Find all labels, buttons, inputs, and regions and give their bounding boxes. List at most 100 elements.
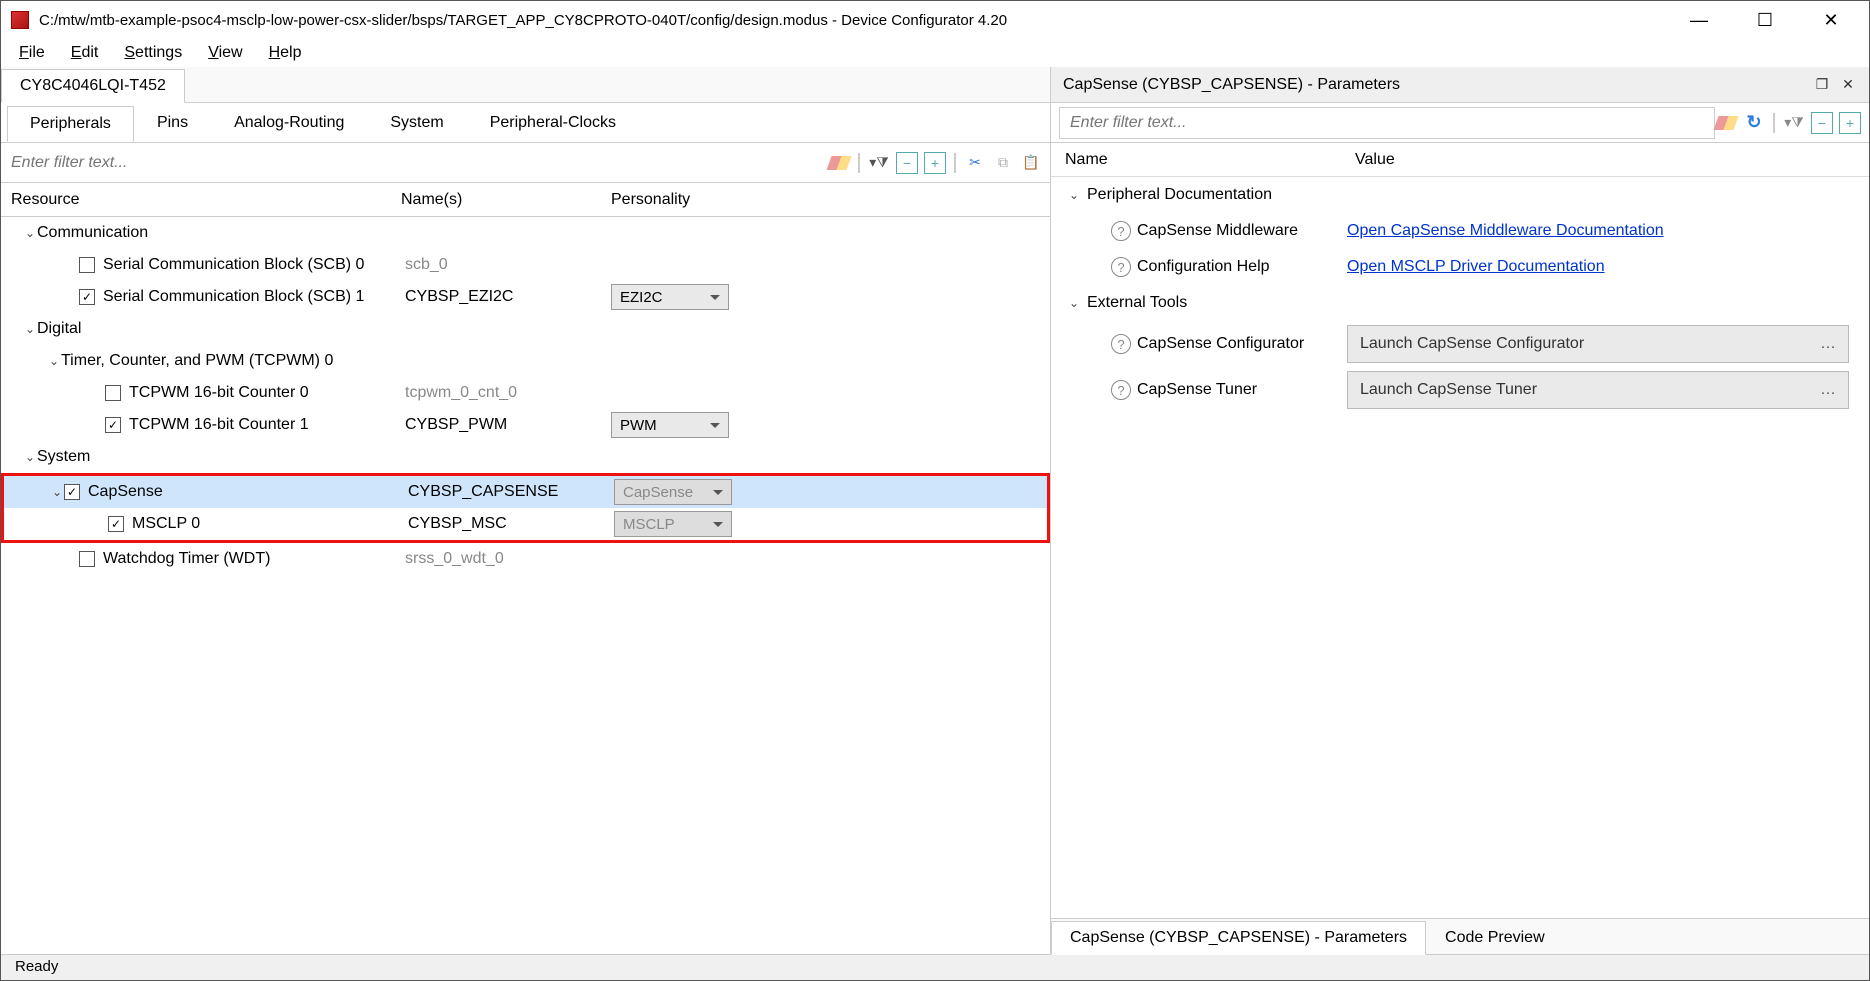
highlight-box: ⌄CapSenseCYBSP_CAPSENSECapSense MSCLP 0C… <box>1 473 1050 543</box>
help-icon[interactable]: ? <box>1111 257 1131 277</box>
item-tcpwm[interactable]: Timer, Counter, and PWM (TCPWM) 0 <box>61 352 333 370</box>
help-icon[interactable]: ? <box>1111 380 1131 400</box>
group-system[interactable]: System <box>37 448 90 466</box>
item-msclp[interactable]: MSCLP 0 <box>132 515 200 533</box>
item-scb1[interactable]: Serial Communication Block (SCB) 1 <box>103 288 364 306</box>
checkbox-scb1[interactable] <box>79 289 95 305</box>
close-panel-icon[interactable]: ✕ <box>1839 76 1857 93</box>
separator <box>1773 113 1775 133</box>
item-scb0[interactable]: Serial Communication Block (SCB) 0 <box>103 256 364 274</box>
item-cnt1[interactable]: TCPWM 16-bit Counter 1 <box>129 416 309 434</box>
tree-header: Resource Name(s) Personality <box>1 183 1050 217</box>
name-wdt: srss_0_wdt_0 <box>401 550 611 568</box>
resource-tree: ⌄Communication Serial Communication Bloc… <box>1 217 1050 954</box>
tab-peripherals[interactable]: Peripherals <box>7 106 134 142</box>
item-cnt0[interactable]: TCPWM 16-bit Counter 0 <box>129 384 309 402</box>
collapse-all-icon[interactable]: − <box>896 152 918 174</box>
expand-all-icon[interactable]: + <box>924 152 946 174</box>
category-tab-bar: Peripherals Pins Analog-Routing System P… <box>1 103 1050 143</box>
filter-icon[interactable]: ▾⧩ <box>868 152 890 174</box>
tab-code-preview[interactable]: Code Preview <box>1426 921 1564 954</box>
menu-file[interactable]: File <box>19 44 45 62</box>
col-resource: Resource <box>1 191 401 209</box>
checkbox-capsense[interactable] <box>64 484 80 500</box>
checkbox-wdt[interactable] <box>79 551 95 567</box>
name-capsense[interactable]: CYBSP_CAPSENSE <box>404 483 614 501</box>
tab-parameters[interactable]: CapSense (CYBSP_CAPSENSE) - Parameters <box>1051 921 1426 955</box>
clear-param-filter-icon[interactable] <box>1715 112 1737 134</box>
link-middleware-doc[interactable]: Open CapSense Middleware Documentation <box>1347 222 1664 239</box>
chevron-down-icon[interactable]: ⌄ <box>1067 296 1081 310</box>
checkbox-cnt1[interactable] <box>105 417 121 433</box>
checkbox-cnt0[interactable] <box>105 385 121 401</box>
group-documentation[interactable]: Peripheral Documentation <box>1087 186 1272 204</box>
group-external-tools[interactable]: External Tools <box>1087 294 1187 312</box>
param-col-name: Name <box>1065 151 1355 169</box>
parameters-panel-title: CapSense (CYBSP_CAPSENSE) - Parameters ❐… <box>1051 67 1869 103</box>
maximize-button[interactable]: ☐ <box>1745 10 1785 31</box>
launch-capsense-tuner-button[interactable]: Launch CapSense Tuner… <box>1347 371 1849 409</box>
param-expand-icon[interactable]: + <box>1839 112 1861 134</box>
menu-view[interactable]: View <box>208 44 242 62</box>
device-tab[interactable]: CY8C4046LQI-T452 <box>1 69 185 103</box>
chevron-down-icon[interactable]: ⌄ <box>50 485 64 499</box>
status-bar: Ready <box>1 954 1869 980</box>
param-filter-icon[interactable]: ▾⧩ <box>1783 112 1805 134</box>
app-icon <box>11 11 29 29</box>
launch-capsense-configurator-button[interactable]: Launch CapSense Configurator… <box>1347 325 1849 363</box>
menu-settings[interactable]: Settings <box>124 44 182 62</box>
paste-icon[interactable]: 📋 <box>1020 152 1042 174</box>
checkbox-msclp[interactable] <box>108 516 124 532</box>
chevron-down-icon[interactable]: ⌄ <box>23 450 37 464</box>
param-tree: ⌄ Peripheral Documentation ? CapSense Midd… <box>1051 177 1869 918</box>
menu-edit[interactable]: Edit <box>71 44 99 62</box>
chevron-down-icon[interactable]: ⌄ <box>1067 188 1081 202</box>
chevron-down-icon[interactable]: ⌄ <box>23 322 37 336</box>
tab-pins[interactable]: Pins <box>134 105 211 140</box>
param-filter-input[interactable] <box>1059 107 1715 139</box>
tab-system[interactable]: System <box>367 105 466 140</box>
refresh-icon[interactable]: ↻ <box>1743 112 1765 134</box>
name-scb0: scb_0 <box>401 256 611 274</box>
separator <box>858 153 860 173</box>
restore-panel-icon[interactable]: ❐ <box>1813 76 1831 93</box>
help-icon[interactable]: ? <box>1111 221 1131 241</box>
help-icon[interactable]: ? <box>1111 334 1131 354</box>
chevron-down-icon[interactable]: ⌄ <box>23 226 37 240</box>
personality-capsense: CapSense <box>614 479 732 505</box>
minimize-button[interactable]: — <box>1679 10 1719 31</box>
item-wdt[interactable]: Watchdog Timer (WDT) <box>103 550 270 568</box>
col-names: Name(s) <box>401 191 611 209</box>
label-config-help: Configuration Help <box>1137 258 1270 276</box>
title-bar: C:/mtw/mtb-example-psoc4-msclp-low-power… <box>1 1 1869 39</box>
checkbox-scb0[interactable] <box>79 257 95 273</box>
personality-msclp: MSCLP <box>614 511 732 537</box>
col-personality: Personality <box>611 191 1050 209</box>
separator <box>954 153 956 173</box>
menu-help[interactable]: Help <box>269 44 302 62</box>
status-text: Ready <box>15 958 58 975</box>
param-collapse-icon[interactable]: − <box>1811 112 1833 134</box>
personality-cnt1[interactable]: PWM <box>611 412 729 438</box>
param-col-value: Value <box>1355 151 1395 169</box>
personality-scb1[interactable]: EZI2C <box>611 284 729 310</box>
tab-peripheral-clocks[interactable]: Peripheral-Clocks <box>467 105 639 140</box>
item-capsense[interactable]: CapSense <box>88 483 163 501</box>
copy-icon[interactable]: ⧉ <box>992 152 1014 174</box>
close-button[interactable]: ✕ <box>1811 10 1851 31</box>
param-header: Name Value <box>1051 143 1869 177</box>
label-middleware: CapSense Middleware <box>1137 222 1298 240</box>
resource-filter-input[interactable] <box>1 148 828 178</box>
window-title: C:/mtw/mtb-example-psoc4-msclp-low-power… <box>39 12 1679 29</box>
clear-filter-icon[interactable] <box>828 152 850 174</box>
device-tab-bar: CY8C4046LQI-T452 <box>1 67 1050 103</box>
name-scb1[interactable]: CYBSP_EZI2C <box>401 288 611 306</box>
chevron-down-icon[interactable]: ⌄ <box>47 354 61 368</box>
tab-analog-routing[interactable]: Analog-Routing <box>211 105 367 140</box>
name-msclp[interactable]: CYBSP_MSC <box>404 515 614 533</box>
name-cnt1[interactable]: CYBSP_PWM <box>401 416 611 434</box>
group-communication[interactable]: Communication <box>37 224 148 242</box>
link-driver-doc[interactable]: Open MSCLP Driver Documentation <box>1347 258 1605 275</box>
cut-icon[interactable]: ✂ <box>964 152 986 174</box>
group-digital[interactable]: Digital <box>37 320 81 338</box>
